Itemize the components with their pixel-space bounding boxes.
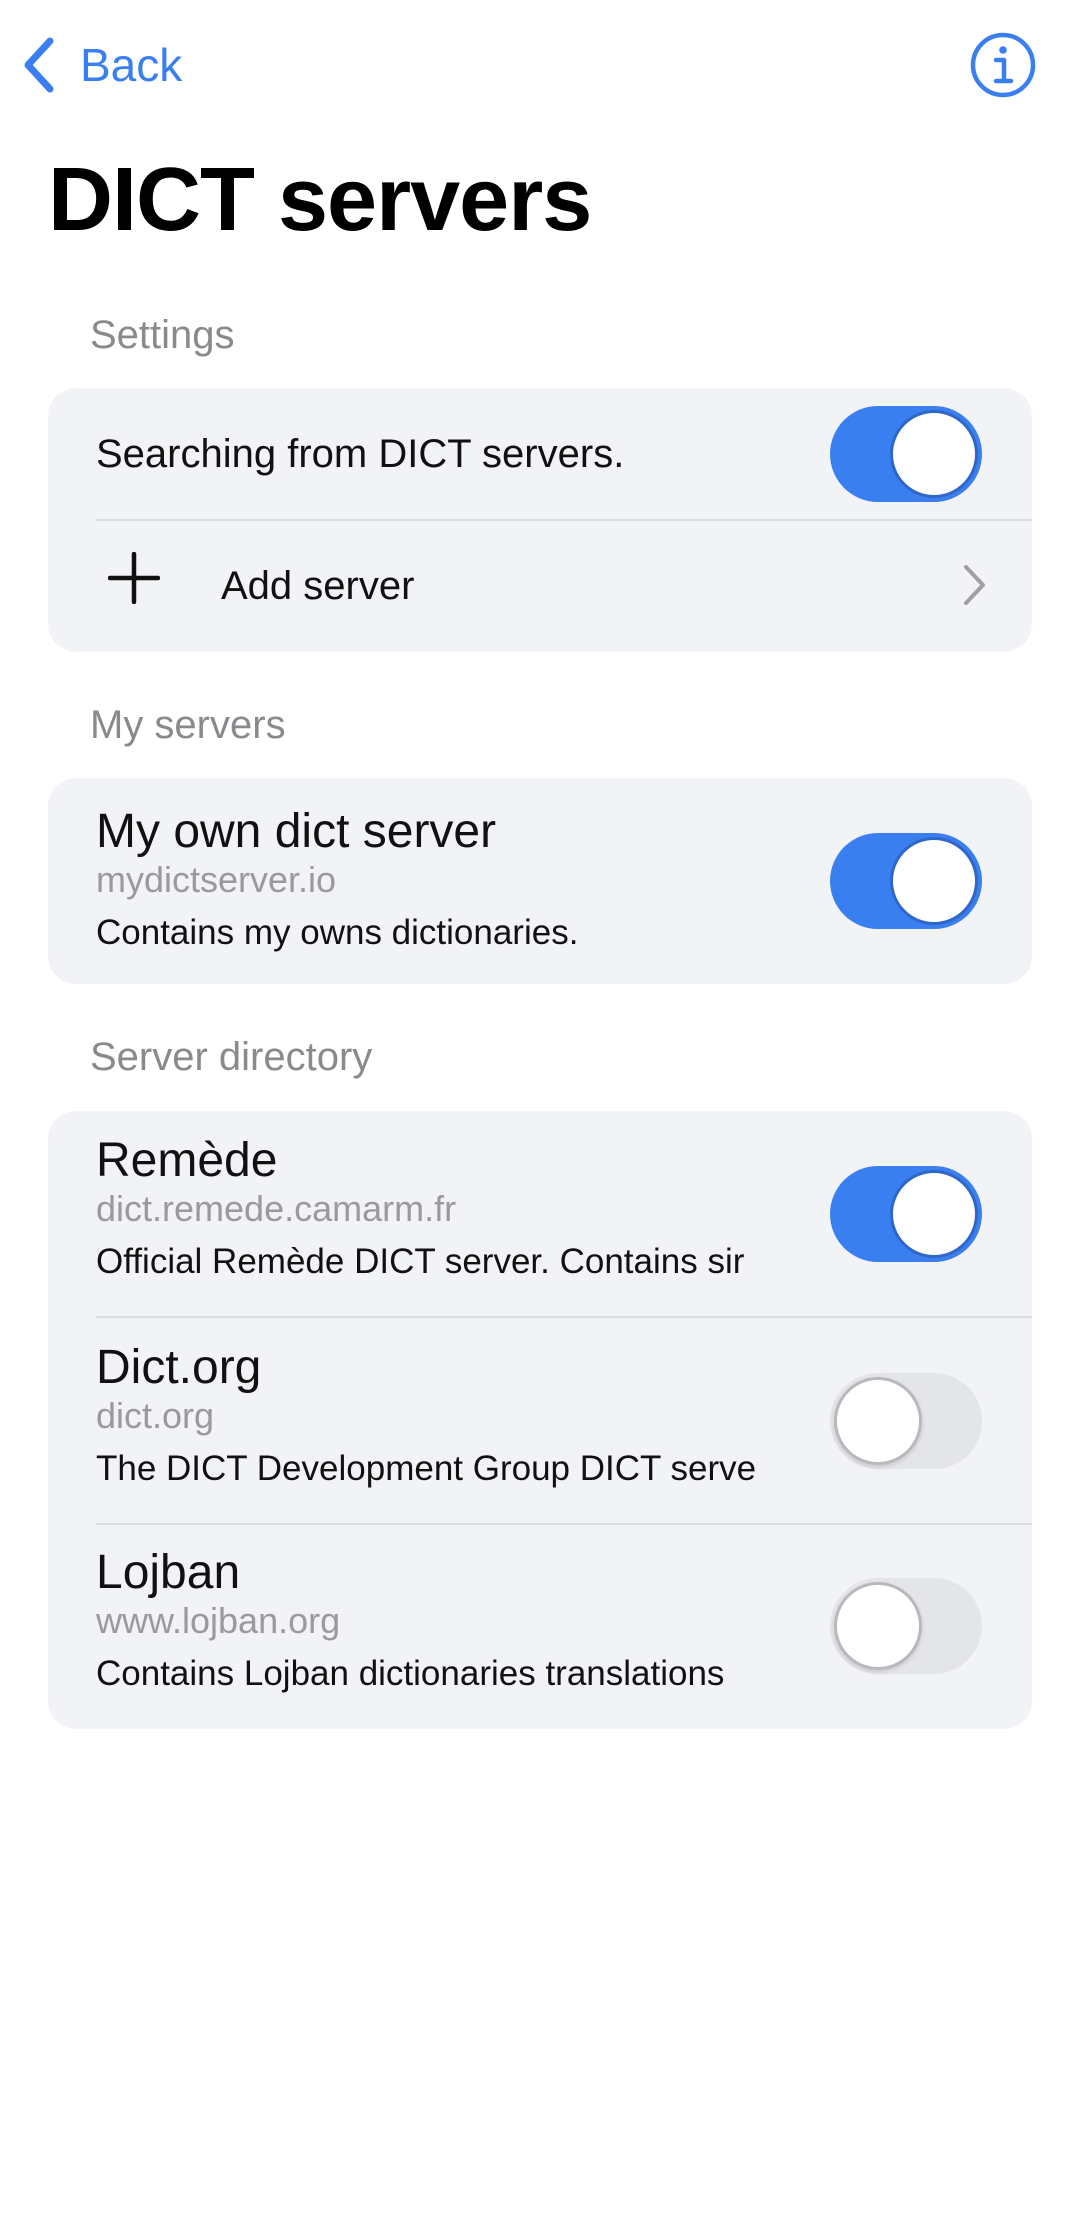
info-button[interactable]	[969, 31, 1037, 99]
navigation-bar: Back	[0, 0, 1080, 130]
add-server-label: Add server	[221, 564, 415, 608]
back-label: Back	[80, 39, 183, 91]
toggle-knob	[890, 837, 978, 925]
server-row[interactable]: My own dict server mydictserver.io Conta…	[48, 778, 1032, 984]
server-name: Lojban	[96, 1546, 241, 1599]
server-description: Official Remède DICT server. Contains si…	[96, 1242, 745, 1281]
server-host: dict.remede.camarm.fr	[96, 1188, 457, 1229]
search-dict-servers-row: Searching from DICT servers.	[48, 388, 1032, 520]
server-name: Remède	[96, 1134, 278, 1187]
search-dict-servers-toggle[interactable]	[830, 406, 982, 502]
back-button[interactable]: Back	[22, 30, 182, 100]
server-toggle[interactable]	[830, 1578, 982, 1674]
server-host: mydictserver.io	[96, 859, 337, 900]
server-row[interactable]: Remède dict.remede.camarm.fr Official Re…	[48, 1111, 1032, 1317]
section-header-my-servers: My servers	[90, 703, 286, 747]
section-header-settings: Settings	[90, 313, 235, 357]
toggle-knob	[890, 1170, 978, 1258]
server-description: The DICT Development Group DICT serve	[96, 1449, 757, 1488]
server-description: Contains Lojban dictionaries translation…	[96, 1654, 725, 1693]
settings-group: Searching from DICT servers. Add server	[48, 388, 1032, 652]
chevron-left-icon	[24, 37, 54, 93]
server-toggle[interactable]	[830, 833, 982, 929]
section-header-server-directory: Server directory	[90, 1035, 373, 1079]
page-title: DICT servers	[48, 150, 592, 250]
search-dict-servers-label: Searching from DICT servers.	[96, 432, 625, 476]
add-server-row[interactable]: Add server	[48, 521, 1032, 652]
server-row[interactable]: Lojban www.lojban.org Contains Lojban di…	[48, 1525, 1032, 1729]
server-row[interactable]: Dict.org dict.org The DICT Development G…	[48, 1318, 1032, 1523]
plus-icon	[108, 552, 160, 604]
server-directory-group: Remède dict.remede.camarm.fr Official Re…	[48, 1111, 1032, 1729]
server-toggle[interactable]	[830, 1166, 982, 1262]
server-toggle[interactable]	[830, 1373, 982, 1469]
server-description: Contains my owns dictionaries.	[96, 913, 579, 952]
server-host: dict.org	[96, 1395, 215, 1436]
chevron-right-icon	[964, 565, 985, 605]
server-name: Dict.org	[96, 1341, 262, 1394]
toggle-knob	[834, 1582, 922, 1670]
server-host: www.lojban.org	[96, 1600, 341, 1641]
toggle-knob	[834, 1377, 922, 1465]
my-servers-group: My own dict server mydictserver.io Conta…	[48, 778, 1032, 984]
info-icon	[970, 32, 1036, 98]
server-name: My own dict server	[96, 805, 497, 858]
toggle-knob	[890, 410, 978, 498]
